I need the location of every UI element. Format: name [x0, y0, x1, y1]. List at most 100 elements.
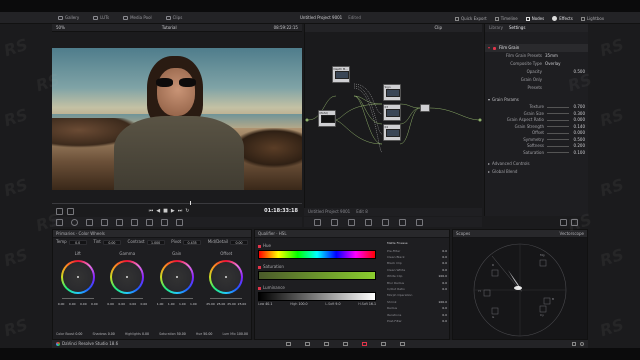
splitter-icon[interactable] [382, 218, 389, 226]
zoom-level[interactable]: 50% [56, 25, 65, 30]
pivot-field[interactable]: 0.435 [183, 239, 202, 245]
global-blend-header[interactable]: ▸ Global Blend [485, 168, 588, 176]
clean-black-field[interactable]: 0.0 [442, 256, 447, 259]
node-05[interactable] [420, 104, 430, 112]
node-04[interactable]: 04 [383, 124, 401, 141]
clean-white-field[interactable]: 0.0 [442, 268, 447, 272]
media-page-icon[interactable] [285, 342, 291, 346]
gain-slider[interactable] [160, 298, 193, 299]
3d-icon[interactable] [176, 218, 183, 226]
window-icon[interactable] [101, 218, 108, 226]
serial-node-icon[interactable] [331, 218, 338, 226]
saturation-field[interactable]: 50.00 [177, 332, 186, 336]
tab-quick-export[interactable]: Quick Export [455, 16, 487, 21]
saturation-value[interactable]: 0.100 [569, 150, 585, 155]
tab-effects[interactable]: Effects [552, 16, 573, 21]
offset-wheel[interactable] [209, 260, 244, 294]
white-clip-field[interactable]: 100.0 [438, 275, 447, 278]
advanced-controls-header[interactable]: ▸ Advanced Controls [485, 160, 588, 168]
blur-radius-field[interactable]: 0.0 [442, 281, 447, 285]
luminance-range-bar[interactable] [258, 292, 376, 301]
loop-icon[interactable]: ↻ [185, 208, 189, 214]
param-slider[interactable] [547, 126, 569, 128]
lum-low-field[interactable]: 40.1 [265, 302, 272, 306]
black-clip-field[interactable]: 0.0 [442, 262, 447, 265]
gamma-wheel[interactable] [110, 260, 145, 294]
add-node-icon[interactable] [314, 218, 321, 226]
parallel-node-icon[interactable] [348, 218, 355, 226]
radius-field[interactable]: 0.0 [442, 307, 447, 310]
tab-gallery[interactable]: Gallery [58, 15, 79, 20]
offset-slider[interactable] [210, 298, 243, 299]
lum-mix-field[interactable]: 100.00 [237, 332, 248, 336]
offset-value[interactable]: 0.000 [569, 131, 585, 135]
tracker-icon[interactable] [116, 218, 123, 226]
node-sign[interactable]: Sign [383, 84, 401, 101]
timeline-name[interactable]: Tutorial [162, 25, 177, 30]
tab-library[interactable]: Library [489, 26, 503, 30]
fairlight-page-icon[interactable] [380, 342, 386, 346]
tab-media-pool[interactable]: Media Pool [123, 15, 152, 20]
cut-page-icon[interactable] [304, 342, 310, 346]
hue-toggle[interactable] [258, 244, 261, 248]
rewind-icon[interactable]: ◀ [156, 208, 160, 214]
color-page-icon[interactable] [361, 342, 367, 346]
hand-icon[interactable] [67, 207, 74, 215]
wand-icon[interactable] [56, 207, 63, 215]
color-boost-field[interactable]: 0.00 [75, 332, 82, 336]
grain-aspect-value[interactable]: 0.000 [569, 118, 585, 122]
edit-page-icon[interactable] [323, 342, 329, 346]
softness-value[interactable]: 0.200 [569, 144, 585, 148]
in-out-ratio-field[interactable]: 0.0 [442, 288, 447, 291]
effect-toggle[interactable] [493, 46, 497, 50]
saturation-toggle[interactable] [258, 265, 261, 269]
sizing-icon[interactable] [161, 218, 168, 226]
layer-node-icon[interactable] [365, 218, 372, 226]
saturation-range-bar[interactable] [258, 271, 376, 280]
node-masq[interactable]: MASQ [318, 110, 336, 127]
iterations-field[interactable]: 0.0 [442, 313, 447, 317]
grain-strength-value[interactable]: 0.140 [569, 124, 585, 129]
combiner-icon[interactable] [399, 218, 406, 226]
magic-mask-icon[interactable] [571, 218, 578, 226]
grain-params-header[interactable]: ▾ Grain Params [485, 96, 588, 104]
play-icon[interactable]: ▶ [171, 208, 175, 214]
gain-wheel[interactable] [159, 260, 194, 294]
hue-range-bar[interactable] [258, 250, 376, 259]
stop-icon[interactable]: ■ [163, 208, 168, 214]
tab-settings[interactable]: Settings [509, 26, 525, 30]
curves-icon[interactable] [86, 218, 93, 226]
lift-wheel[interactable] [60, 260, 95, 294]
circle-target-icon[interactable] [71, 218, 78, 226]
lift-slider[interactable] [61, 298, 94, 299]
curves-icon[interactable] [560, 218, 567, 226]
luminance-toggle[interactable] [258, 286, 261, 290]
tab-timeline[interactable]: Timeline [494, 16, 518, 21]
settings-gear-icon[interactable] [579, 342, 584, 346]
tab-luts[interactable]: LUTs [93, 15, 109, 20]
key-icon[interactable] [146, 218, 153, 226]
texture-value[interactable]: 0.700 [569, 105, 585, 109]
hue-field[interactable]: 50.00 [203, 332, 212, 336]
grain-size-value[interactable]: 0.300 [569, 111, 585, 116]
node-03[interactable]: 03 [383, 104, 401, 121]
symmetry-value[interactable]: 0.500 [569, 137, 585, 142]
expand-icon[interactable]: ▾ [488, 46, 490, 50]
deliver-page-icon[interactable] [399, 342, 405, 346]
video-frame[interactable] [52, 48, 302, 190]
tab-clips[interactable]: Clips [165, 15, 182, 20]
skip-back-icon[interactable]: ⏮ [149, 208, 154, 214]
tint-field[interactable]: 0.00 [102, 239, 121, 245]
grid-icon[interactable] [56, 218, 63, 226]
param-slider[interactable] [547, 113, 569, 115]
param-slider[interactable] [547, 139, 569, 141]
param-slider[interactable] [547, 145, 569, 147]
mid-detail-field[interactable]: 0.00 [230, 239, 248, 245]
skip-forward-icon[interactable]: ⏭ [178, 208, 183, 214]
gamma-slider[interactable] [111, 298, 144, 299]
post-filter-field[interactable]: 0.0 [442, 319, 447, 323]
shadows-field[interactable]: 0.00 [108, 332, 115, 336]
fusion-page-icon[interactable] [342, 342, 348, 346]
composite-type-select[interactable]: Overlay [545, 62, 585, 66]
param-slider[interactable] [547, 119, 569, 121]
